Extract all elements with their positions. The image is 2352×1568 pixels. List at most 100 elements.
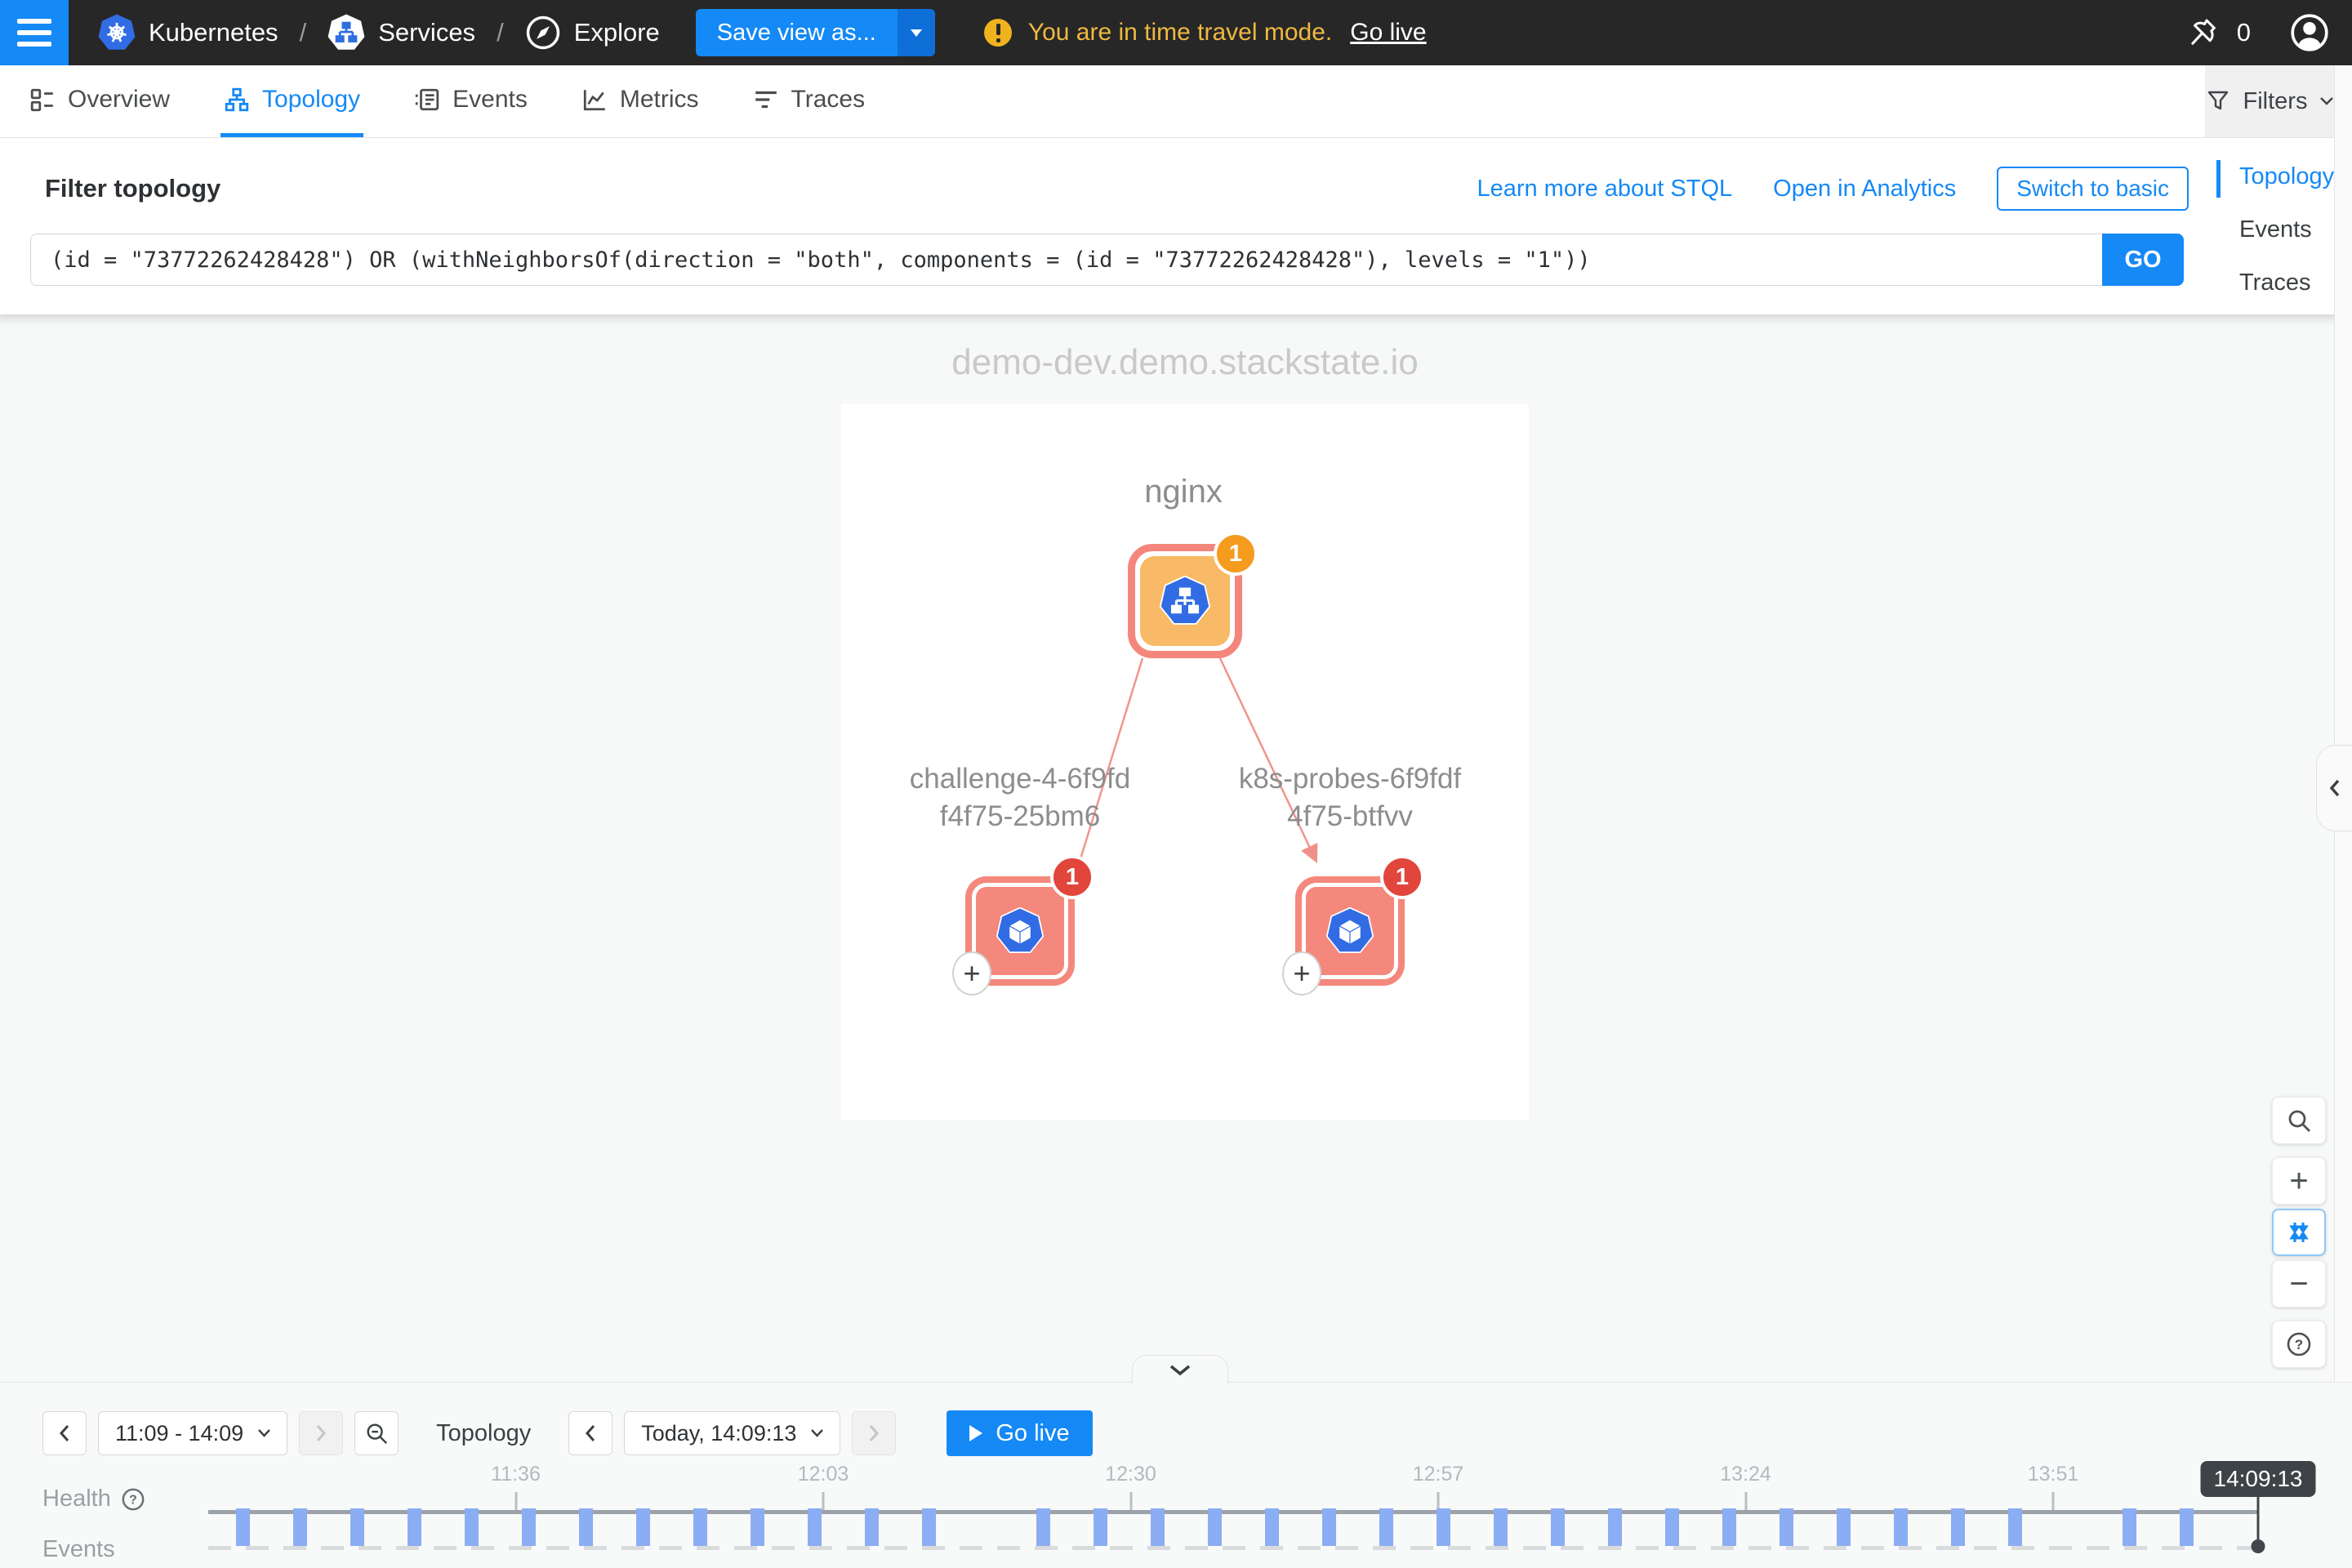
previous-range-button[interactable] — [42, 1411, 87, 1455]
node-k8s-probes[interactable]: 1 + — [1295, 876, 1405, 986]
event-bar — [2180, 1508, 2194, 1546]
breadcrumb-label: Kubernetes — [149, 18, 278, 47]
chevron-down-icon — [1169, 1365, 1191, 1376]
node-badge: 1 — [1214, 532, 1258, 576]
help-button[interactable]: ? — [2272, 1321, 2326, 1368]
fit-to-screen-button[interactable] — [2272, 1209, 2326, 1256]
go-live-link[interactable]: Go live — [1350, 19, 1426, 47]
traces-icon — [753, 87, 779, 113]
tab-metrics[interactable]: Metrics — [578, 65, 702, 137]
hamburger-menu-icon[interactable] — [0, 0, 69, 65]
switch-to-basic-button[interactable]: Switch to basic — [1997, 167, 2189, 211]
zoom-out-button[interactable]: − — [2272, 1260, 2326, 1307]
event-bar — [1036, 1508, 1050, 1546]
user-avatar-icon[interactable] — [2288, 11, 2331, 54]
plus-icon: + — [2289, 1163, 2308, 1200]
event-bar — [1437, 1508, 1450, 1546]
active-view-indicator — [2216, 160, 2221, 198]
event-bar — [1551, 1508, 1565, 1546]
expand-node-button[interactable]: + — [952, 951, 991, 996]
tab-label: Overview — [68, 86, 170, 114]
quick-nav-traces[interactable]: Traces — [2239, 270, 2334, 296]
go-button[interactable]: GO — [2102, 234, 2184, 286]
tick-label: 11:36 — [491, 1463, 541, 1486]
event-bar — [2123, 1508, 2136, 1546]
time-cursor-dot[interactable] — [2252, 1539, 2265, 1553]
events-baseline — [208, 1546, 2258, 1550]
open-in-analytics-link[interactable]: Open in Analytics — [1773, 176, 1956, 203]
topology-canvas: demo-dev.demo.stackstate.io nginx 1 — [0, 314, 2352, 1382]
breadcrumb-item-services[interactable]: Services — [327, 14, 475, 51]
expand-node-button[interactable]: + — [1282, 951, 1321, 996]
tick-label: 12:30 — [1105, 1463, 1156, 1486]
event-bar — [1379, 1508, 1393, 1546]
search-button[interactable] — [2272, 1097, 2326, 1144]
node-badge: 1 — [1380, 855, 1424, 899]
tick-label: 12:57 — [1413, 1463, 1464, 1486]
kubernetes-icon — [98, 14, 136, 51]
tab-overview[interactable]: Overview — [26, 65, 173, 137]
kubernetes-service-icon — [1160, 576, 1210, 626]
health-row-label: Health ? — [42, 1486, 145, 1512]
fit-to-screen-icon — [2286, 1219, 2312, 1245]
time-cursor-badge[interactable]: 14:09:13 — [2201, 1461, 2316, 1497]
node-badge: 1 — [1050, 855, 1094, 899]
node-challenge[interactable]: 1 + — [965, 876, 1075, 986]
tick-mark — [822, 1492, 825, 1510]
topology-board: nginx 1 challenge-4-6f9fd f4f75-25bm6 1 … — [841, 404, 1529, 1120]
event-bar — [1951, 1508, 1965, 1546]
tick-label: 13:51 — [2028, 1463, 2079, 1486]
kubernetes-pod-icon — [1326, 907, 1374, 955]
event-bar — [465, 1508, 479, 1546]
tab-label: Metrics — [620, 86, 699, 114]
zoom-in-button[interactable]: + — [2272, 1157, 2326, 1205]
breadcrumb-label: Explore — [574, 18, 660, 47]
event-bar — [293, 1508, 307, 1546]
learn-more-stql-link[interactable]: Learn more about STQL — [1477, 176, 1732, 203]
node-nginx-body — [1140, 556, 1230, 646]
event-bar — [1322, 1508, 1336, 1546]
chevron-down-icon — [2320, 97, 2333, 105]
chevron-left-icon — [59, 1424, 70, 1442]
view-quick-nav: Topology Events Traces — [2239, 163, 2334, 323]
tick-mark — [1129, 1492, 1132, 1510]
event-bar — [808, 1508, 822, 1546]
event-bar — [1151, 1508, 1165, 1546]
filter-topology-panel: Filter topology Learn more about STQL Op… — [0, 137, 2352, 314]
explore-compass-icon — [525, 15, 561, 51]
event-bar — [236, 1508, 250, 1546]
collapse-timeline-handle[interactable] — [1132, 1355, 1228, 1384]
event-bar — [865, 1508, 879, 1546]
timeline-panel: 11:09 - 14:09 Topology Today, 14:09:13 — [0, 1382, 2352, 1568]
pinned-views-button[interactable]: 0 — [2186, 15, 2251, 51]
save-view-dropdown-button[interactable] — [898, 9, 935, 56]
quick-nav-events[interactable]: Events — [2239, 216, 2334, 243]
save-view-split-button: Save view as... — [696, 9, 935, 56]
canvas-controls: + − ? — [2272, 1097, 2326, 1368]
time-travel-message: You are in time travel mode. — [1028, 19, 1332, 47]
timeline-track[interactable]: 11:36 12:03 12:30 12:57 13:24 13:51 14:0… — [208, 1383, 2258, 1568]
tab-topology[interactable]: Topology — [220, 65, 363, 137]
node-nginx[interactable]: 1 — [1128, 544, 1242, 658]
breadcrumb-item-kubernetes[interactable]: Kubernetes — [98, 14, 278, 51]
save-view-button[interactable]: Save view as... — [696, 9, 898, 56]
tick-mark — [1744, 1492, 1747, 1510]
filters-button[interactable]: Filters — [2205, 65, 2334, 137]
view-tab-bar: Overview Topology Events Metrics Traces … — [0, 65, 2352, 138]
kubernetes-pod-icon — [996, 907, 1044, 955]
event-bar — [1608, 1508, 1622, 1546]
pin-count: 0 — [2237, 18, 2251, 47]
time-cursor-line[interactable] — [2257, 1497, 2260, 1543]
event-bar — [522, 1508, 536, 1546]
expand-right-panel-handle[interactable] — [2316, 745, 2352, 831]
tab-traces[interactable]: Traces — [750, 65, 869, 137]
tab-events[interactable]: Events — [411, 65, 531, 137]
breadcrumb-item-explore[interactable]: Explore — [525, 15, 660, 51]
tick-label: 13:24 — [1720, 1463, 1771, 1486]
event-bar — [579, 1508, 593, 1546]
stackstate-app: Kubernetes / Services / Explore Save vie… — [0, 0, 2352, 1568]
quick-nav-topology[interactable]: Topology — [2239, 163, 2334, 190]
help-circle-icon[interactable]: ? — [121, 1487, 145, 1512]
event-bar — [1265, 1508, 1279, 1546]
stql-query-input[interactable] — [30, 234, 2102, 286]
